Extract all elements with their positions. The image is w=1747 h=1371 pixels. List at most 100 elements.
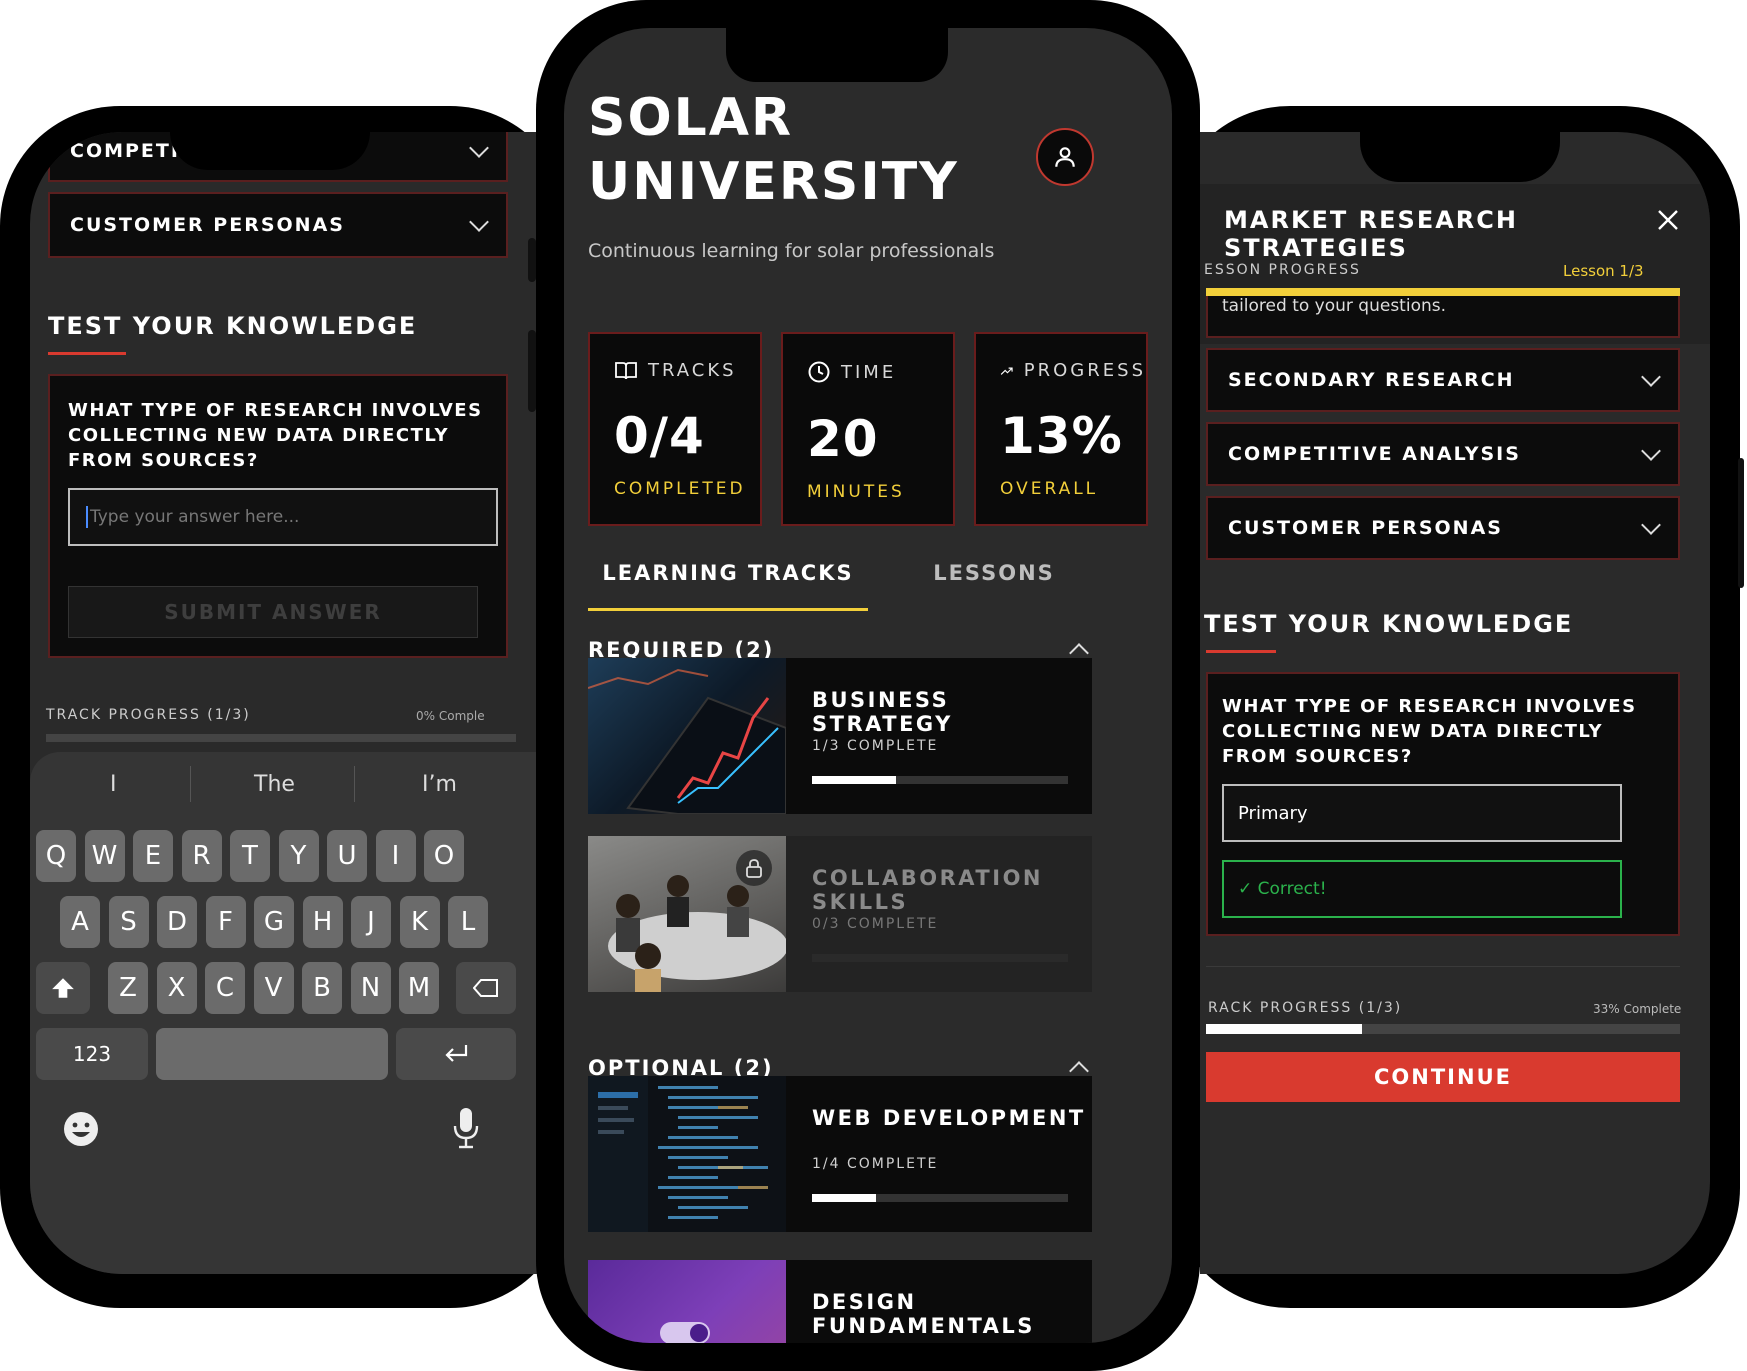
profile-button[interactable] <box>1036 128 1094 186</box>
clock-icon <box>808 361 830 383</box>
suggestion-1[interactable]: I <box>110 772 117 797</box>
title-underline <box>1206 650 1276 653</box>
key-f[interactable]: F <box>205 896 246 948</box>
tab-learning-tracks[interactable]: LEARNING TRACKS <box>588 538 868 608</box>
stat-sub: MINUTES <box>807 482 905 502</box>
book-icon <box>615 361 637 379</box>
stat-value: 20 <box>807 410 879 468</box>
key-d[interactable]: D <box>157 896 197 948</box>
microphone-icon[interactable] <box>452 1106 480 1150</box>
locked-overlay <box>786 836 1092 992</box>
accordion-label: SECONDARY RESEARCH <box>1228 369 1515 391</box>
track-card-business-strategy[interactable]: BUSINESS STRATEGY 1/3 COMPLETE <box>588 658 1092 814</box>
chevron-down-icon <box>1641 367 1661 387</box>
track-progress-text: 1/4 COMPLETE <box>812 1156 939 1172</box>
key-r[interactable]: R <box>181 830 222 882</box>
track-progress-text: 1/3 COMPLETE <box>812 738 939 754</box>
track-card-design-fundamentals[interactable]: DESIGN FUNDAMENTALS <box>588 1260 1092 1343</box>
lock-icon <box>746 859 762 878</box>
tab-lessons[interactable]: LESSONS <box>868 538 1120 608</box>
accordion-label: CUSTOMER PERSONAS <box>1228 517 1503 539</box>
track-thumbnail <box>588 836 786 992</box>
return-key[interactable] <box>396 1028 516 1080</box>
side-button <box>528 330 536 412</box>
track-progress-bar <box>812 954 1068 962</box>
key-i[interactable]: I <box>375 830 416 882</box>
key-o[interactable]: O <box>424 830 464 882</box>
key-g[interactable]: G <box>254 896 294 948</box>
center-screen: SOLAR UNIVERSITY Continuous learning for… <box>564 28 1172 1343</box>
quiz-question: WHAT TYPE OF RESEARCH INVOLVES COLLECTIN… <box>68 400 483 471</box>
divider <box>354 766 355 802</box>
left-notch <box>170 132 370 170</box>
shift-key[interactable] <box>36 962 90 1014</box>
key-b[interactable]: B <box>302 962 342 1014</box>
close-icon[interactable] <box>1656 208 1680 232</box>
toggle-image <box>660 1322 710 1343</box>
track-progress-fill <box>812 1194 876 1202</box>
lesson-title: MARKET RESEARCH STRATEGIES <box>1224 206 1518 262</box>
chevron-down-icon <box>469 138 489 158</box>
quiz-title: TEST YOUR KNOWLEDGE <box>1204 610 1574 638</box>
trending-up-icon <box>1000 367 1013 375</box>
key-c[interactable]: C <box>205 962 245 1014</box>
suggestion-3[interactable]: I’m <box>422 772 457 797</box>
active-tab-indicator <box>588 608 868 611</box>
key-u[interactable]: U <box>327 830 367 882</box>
key-x[interactable]: X <box>156 962 197 1014</box>
key-l[interactable]: L <box>448 896 488 948</box>
space-key[interactable] <box>156 1028 388 1080</box>
key-j[interactable]: J <box>351 896 391 948</box>
key-e[interactable]: E <box>133 830 173 882</box>
key-m[interactable]: M <box>399 962 439 1014</box>
track-progress-bar <box>812 776 1068 784</box>
code-screen-image <box>588 1076 768 1232</box>
numbers-key[interactable]: 123 <box>36 1028 148 1080</box>
submit-answer-button[interactable]: SUBMIT ANSWER <box>68 586 478 638</box>
return-icon <box>445 1045 468 1062</box>
key-h[interactable]: H <box>302 896 343 948</box>
track-card-web-development[interactable]: WEB DEVELOPMENT 1/4 COMPLETE <box>588 1076 1092 1232</box>
feedback-correct: ✓ Correct! <box>1222 860 1622 918</box>
quiz-card: WHAT TYPE OF RESEARCH INVOLVES COLLECTIN… <box>1206 672 1680 936</box>
stat-label: PROGRESS <box>1023 360 1146 381</box>
key-k[interactable]: K <box>399 896 440 948</box>
accordion-customer-personas[interactable]: CUSTOMER PERSONAS <box>48 192 508 258</box>
shift-icon <box>52 978 74 998</box>
key-y[interactable]: Y <box>278 830 319 882</box>
stock-chart-image <box>588 668 786 814</box>
accordion-customer-personas[interactable]: CUSTOMER PERSONAS <box>1206 496 1680 560</box>
track-name: WEB DEVELOPMENT <box>812 1106 1086 1130</box>
track-progress-text: 0/3 COMPLETE <box>812 916 939 932</box>
track-card-collaboration-skills[interactable]: COLLABORATION SKILLS 0/3 COMPLETE <box>588 836 1092 992</box>
toggle-knob <box>690 1324 708 1342</box>
key-a[interactable]: A <box>60 896 100 948</box>
key-v[interactable]: V <box>253 962 294 1014</box>
emoji-icon[interactable] <box>62 1110 100 1148</box>
answer-input[interactable]: Type your answer here... <box>68 488 498 546</box>
track-progress-bar <box>812 1194 1068 1202</box>
key-q[interactable]: Q <box>36 830 76 882</box>
track-progress-value: 0% Comple <box>416 709 485 723</box>
key-t[interactable]: T <box>230 830 270 882</box>
continue-button[interactable]: CONTINUE <box>1206 1052 1680 1102</box>
track-thumbnail <box>588 658 786 814</box>
user-icon <box>1055 147 1075 167</box>
answer-input[interactable]: Primary <box>1222 784 1622 842</box>
key-s[interactable]: S <box>108 896 149 948</box>
backspace-icon <box>473 979 498 997</box>
accordion-secondary-research[interactable]: SECONDARY RESEARCH <box>1206 348 1680 412</box>
accordion-competitive-analysis[interactable]: COMPETITIVE ANALYSIS <box>1206 422 1680 486</box>
backspace-key[interactable] <box>456 962 516 1014</box>
stat-sub: OVERALL <box>1000 479 1099 499</box>
accordion-label: COMPETITIVE ANALYSIS <box>1228 443 1521 465</box>
stat-value: 13% <box>1000 407 1123 465</box>
key-n[interactable]: N <box>350 962 391 1014</box>
track-progress-label: RACK PROGRESS (1/3) <box>1208 1000 1403 1016</box>
stat-card-progress: PROGRESS 13% OVERALL <box>974 332 1148 526</box>
suggestion-2[interactable]: The <box>254 772 295 797</box>
stat-card-time: TIME 20 MINUTES <box>781 332 955 526</box>
key-w[interactable]: W <box>84 830 125 882</box>
key-z[interactable]: Z <box>108 962 148 1014</box>
right-screen: MARKET RESEARCH STRATEGIES ESSON PROGRES… <box>1200 132 1710 1274</box>
